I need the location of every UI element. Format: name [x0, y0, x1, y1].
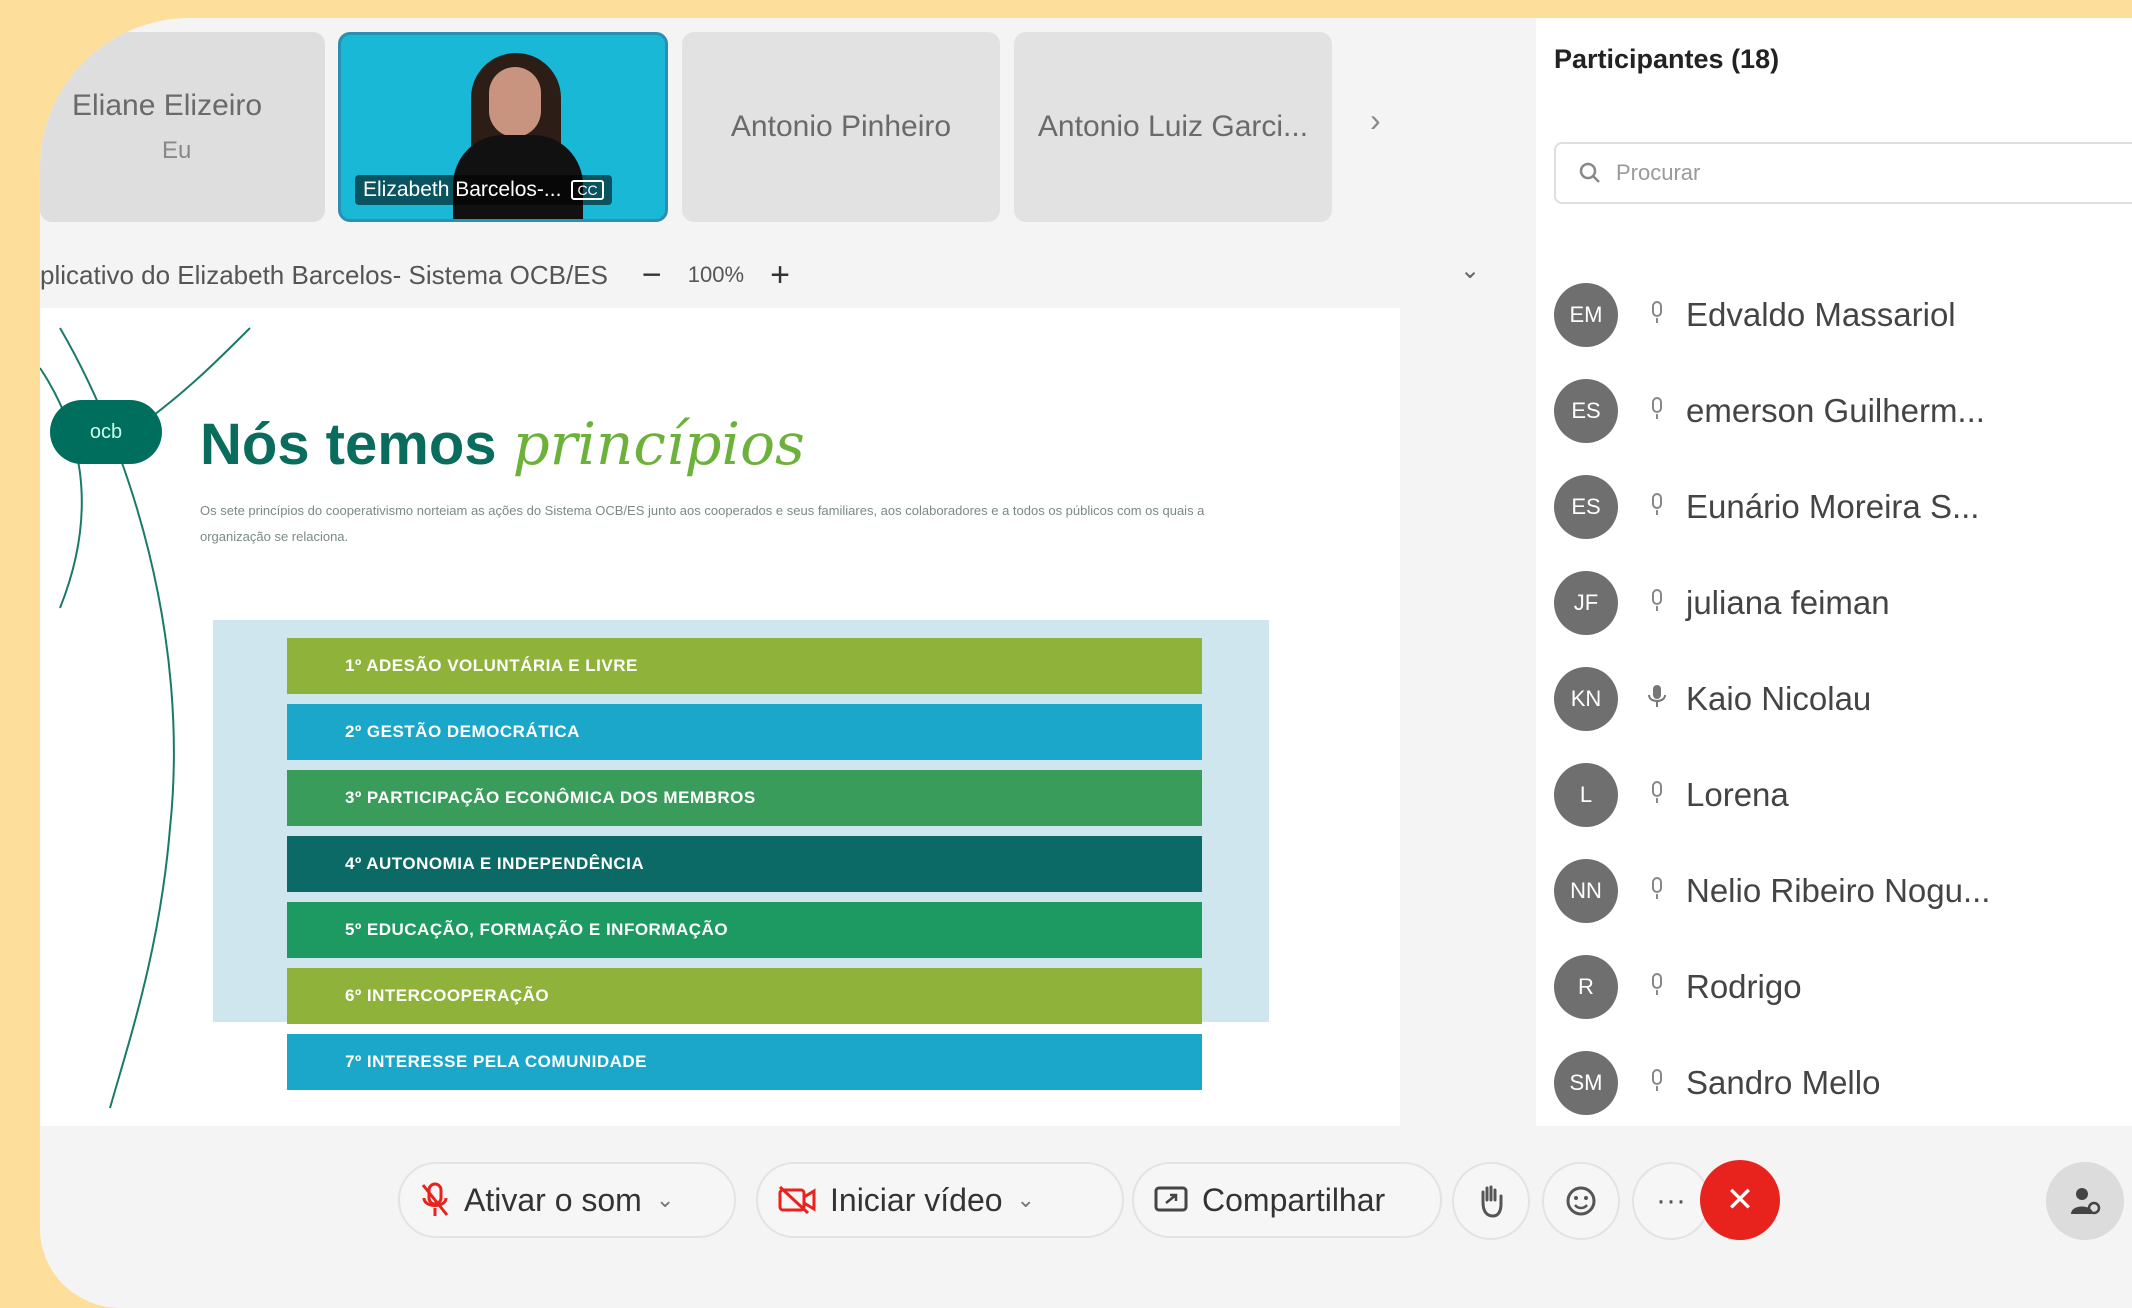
participant-name: Rodrigo [1686, 968, 1802, 1005]
more-icon: ··· [1656, 1184, 1686, 1217]
hand-icon [1481, 1185, 1503, 1218]
mic-muted-icon [1646, 587, 1686, 620]
share-screen-button[interactable]: Compartilhar [1132, 1162, 1442, 1238]
participant-name: Kaio Nicolau [1686, 680, 1872, 717]
video-tile[interactable]: Antonio Luiz Garci... [1014, 32, 1332, 222]
share-screen-label: Compartilhar [1202, 1181, 1386, 1218]
meeting-window: Eliane Elizeiro Eu Elizabeth Barcelos-..… [40, 18, 2132, 1308]
mic-muted-icon [1646, 491, 1686, 524]
participant-name: Elizabeth Barcelos-... [363, 178, 562, 201]
mic-active-icon [1646, 683, 1686, 716]
participant-search-input[interactable]: Procurar [1554, 142, 2132, 204]
principle-band: 5º EDUCAÇÃO, FORMAÇÃO E INFORMAÇÃO [287, 902, 1202, 958]
chevron-down-icon[interactable]: ⌄ [656, 1187, 674, 1213]
participant-name: Eunário Moreira S... [1686, 488, 1980, 525]
ocb-logo: ocb [50, 400, 162, 464]
participant-row[interactable]: R Rodrigo [1554, 952, 1802, 1022]
mic-muted-icon [1646, 395, 1686, 428]
participant-name: Sandro Mello [1686, 1064, 1881, 1101]
participant-name: Antonio Luiz Garci... [1037, 110, 1309, 143]
more-options-button[interactable]: ··· [1632, 1162, 1710, 1240]
participant-row[interactable]: JF juliana feiman [1554, 568, 1890, 638]
avatar: SM [1554, 1051, 1618, 1115]
leave-meeting-button[interactable]: ✕ [1700, 1160, 1780, 1240]
start-video-label: Iniciar vídeo [830, 1181, 1003, 1218]
participants-panel: Participantes (18) Procurar EM Edvaldo Ma… [1536, 18, 2132, 1128]
search-icon [1579, 162, 1600, 183]
avatar: NN [1554, 859, 1618, 923]
shared-slide: ocb Nós temos princípios Os sete princíp… [40, 308, 1400, 1128]
participant-row[interactable]: ES Eunário Moreira S... [1554, 472, 1979, 542]
chevron-down-icon[interactable]: ⌄ [1017, 1187, 1035, 1213]
participant-name: juliana feiman [1686, 584, 1890, 621]
mic-muted-icon [1646, 1067, 1686, 1100]
participant-row[interactable]: KN Kaio Nicolau [1554, 664, 1871, 734]
principle-band: 2º GESTÃO DEMOCRÁTICA [287, 704, 1202, 760]
avatar: KN [1554, 667, 1618, 731]
share-title: plicativo do Elizabeth Barcelos- Sistema… [40, 259, 608, 290]
avatar: JF [1554, 571, 1618, 635]
video-name-tag: Elizabeth Barcelos-... CC [355, 175, 612, 205]
emoji-icon [1566, 1186, 1596, 1216]
principle-band: 4º AUTONOMIA E INDEPENDÊNCIA [287, 836, 1202, 892]
zoom-control: − 100% + [642, 256, 790, 295]
captions-icon: CC [571, 180, 604, 200]
start-video-button[interactable]: Iniciar vídeo ⌄ [756, 1162, 1124, 1238]
unmute-button[interactable]: Ativar o som ⌄ [398, 1162, 736, 1238]
raise-hand-button[interactable] [1452, 1162, 1530, 1240]
participant-row[interactable]: ES emerson Guilherm... [1554, 376, 1985, 446]
avatar: ES [1554, 475, 1618, 539]
share-toolbar: plicativo do Elizabeth Barcelos- Sistema… [40, 250, 1500, 300]
unmute-label: Ativar o som [464, 1181, 642, 1218]
participant-name: Lorena [1686, 776, 1789, 813]
avatar: ES [1554, 379, 1618, 443]
zoom-in-button[interactable]: + [770, 256, 790, 295]
mic-muted-icon [1646, 779, 1686, 812]
participant-row[interactable]: L Lorena [1554, 760, 1789, 830]
share-screen-icon [1154, 1186, 1188, 1212]
participants-title: Participantes (18) [1554, 44, 1780, 74]
principle-band: 1º ADESÃO VOLUNTÁRIA E LIVRE [287, 638, 1202, 694]
reactions-button[interactable] [1542, 1162, 1620, 1240]
participant-name: Antonio Pinheiro [730, 110, 952, 143]
participant-name: emerson Guilherm... [1686, 392, 1985, 429]
video-off-icon [778, 1185, 816, 1215]
self-label: Eu [162, 137, 192, 164]
zoom-level: 100% [687, 262, 745, 287]
participant-name: Edvaldo Massariol [1686, 296, 1956, 333]
participant-row[interactable]: SM Sandro Mello [1554, 1048, 1880, 1118]
slide-description: Os sete princípios do cooperativismo nor… [200, 503, 1205, 544]
chevron-right-icon[interactable]: › [1370, 102, 1381, 139]
slide-title: Nós temos princípios [200, 410, 805, 478]
mic-muted-icon [421, 1182, 449, 1216]
avatar: EM [1554, 283, 1618, 347]
avatar: L [1554, 763, 1618, 827]
share-options-icon[interactable]: ⌄ [1460, 256, 1480, 285]
video-tile-self[interactable]: Eliane Elizeiro Eu [40, 32, 325, 222]
principle-band: 6º INTERCOOPERAÇÃO [287, 968, 1202, 1024]
participant-row[interactable]: EM Edvaldo Massariol [1554, 280, 1956, 350]
participant-row[interactable]: NN Nelio Ribeiro Nogu... [1554, 856, 1990, 926]
close-icon: ✕ [1725, 1181, 1755, 1219]
slide-title-bold: Nós temos [200, 412, 497, 477]
slide-title-accent: princípios [512, 410, 805, 478]
mic-muted-icon [1646, 875, 1686, 908]
people-icon [2071, 1188, 2101, 1215]
principle-band: 3º PARTICIPAÇÃO ECONÔMICA DOS MEMBROS [287, 770, 1202, 826]
video-tile[interactable]: Antonio Pinheiro [682, 32, 1000, 222]
principle-band: 7º INTERESSE PELA COMUNIDADE [287, 1034, 1202, 1090]
participant-name: Nelio Ribeiro Nogu... [1686, 872, 1991, 909]
mic-muted-icon [1646, 971, 1686, 1004]
video-tile-active-speaker[interactable]: Elizabeth Barcelos-... CC [338, 32, 668, 222]
mic-muted-icon [1646, 299, 1686, 332]
zoom-out-button[interactable]: − [642, 256, 662, 295]
search-placeholder: Procurar [1616, 160, 1701, 185]
avatar: R [1554, 955, 1618, 1019]
participants-toggle-button[interactable] [2046, 1162, 2124, 1240]
participant-name: Eliane Elizeiro [72, 89, 263, 122]
meeting-controls: Ativar o som ⌄ Iniciar vídeo ⌄ Compartil… [40, 1126, 2132, 1286]
